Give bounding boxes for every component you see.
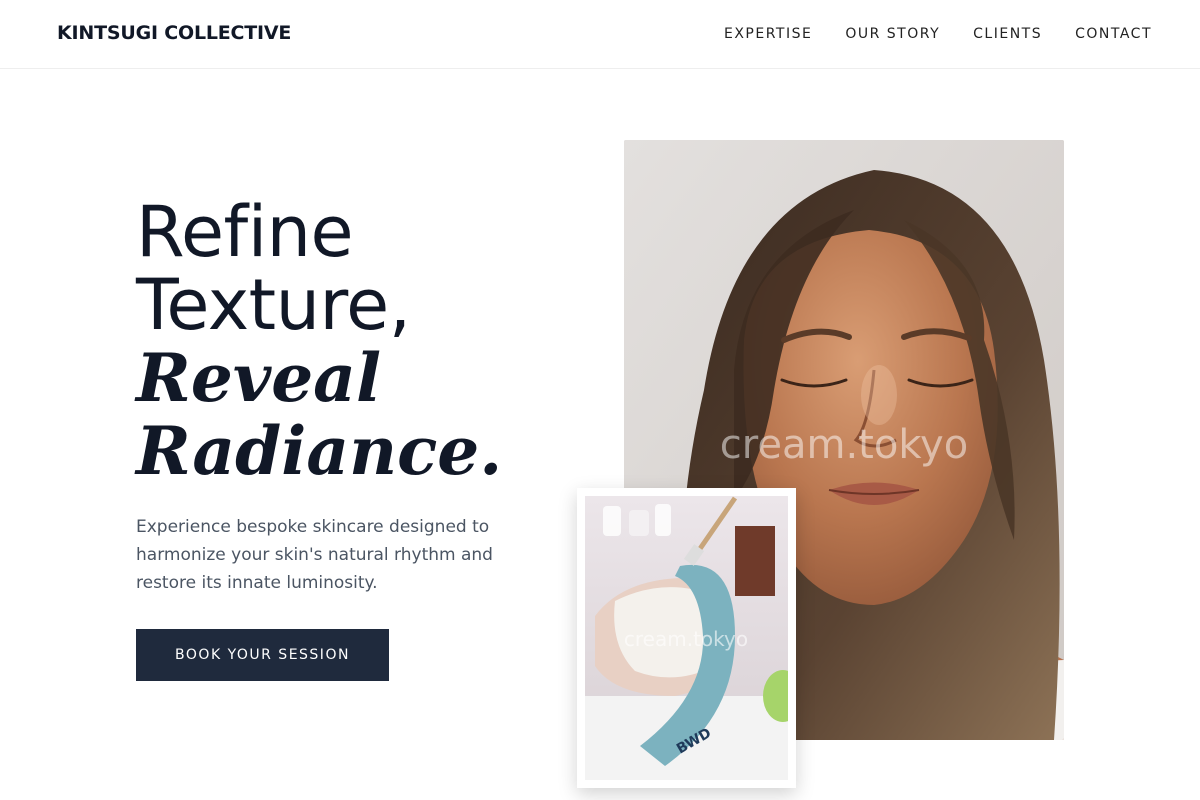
main-nav: EXPERTISE OUR STORY CLIENTS CONTACT: [724, 26, 1152, 42]
headline-line-4: Radiance.: [136, 412, 503, 490]
treatment-illustration: BWD cream.tokyo: [585, 496, 788, 780]
nav-link-our-story[interactable]: OUR STORY: [845, 26, 940, 42]
headline-line-1: Refine: [136, 191, 354, 273]
inset-image-watermark: cream.tokyo: [624, 627, 748, 651]
headline-line-3: Reveal: [136, 339, 382, 417]
main-image-watermark: cream.tokyo: [720, 422, 968, 468]
brand-logo[interactable]: KINTSUGI COLLECTIVE: [57, 22, 291, 44]
site-header: KINTSUGI COLLECTIVE EXPERTISE OUR STORY …: [0, 0, 1200, 69]
nav-link-clients[interactable]: CLIENTS: [973, 26, 1042, 42]
headline-line-2: Texture,: [136, 264, 411, 346]
nav-link-expertise[interactable]: EXPERTISE: [724, 26, 812, 42]
book-session-button[interactable]: BOOK YOUR SESSION: [136, 629, 389, 681]
hero-headline: Refine Texture, Reveal Radiance.: [136, 196, 576, 488]
inset-photo-frame: BWD cream.tokyo: [577, 488, 796, 788]
facial-treatment-image: BWD cream.tokyo: [585, 496, 788, 780]
nav-link-contact[interactable]: CONTACT: [1075, 26, 1152, 42]
hero-subtitle: Experience bespoke skincare designed to …: [136, 517, 493, 593]
